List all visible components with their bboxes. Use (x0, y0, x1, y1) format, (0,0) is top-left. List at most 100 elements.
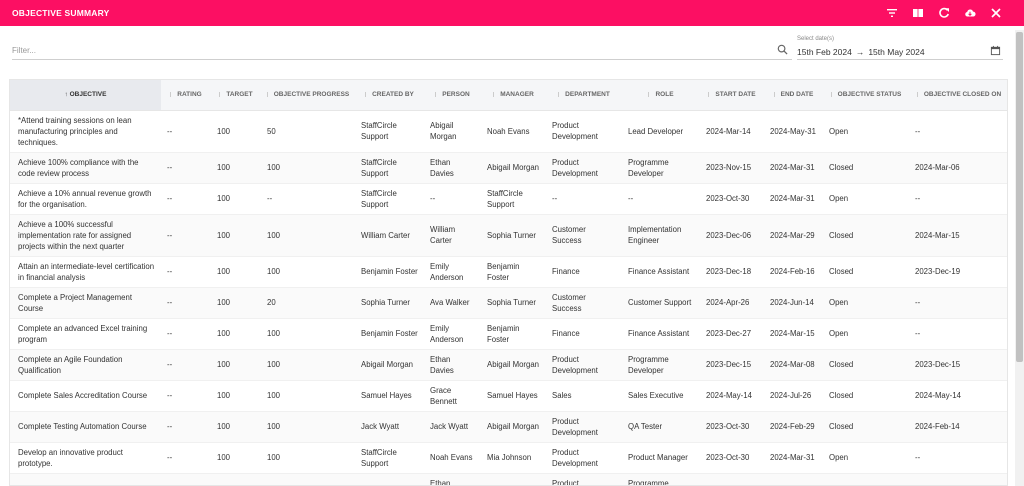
table-cell: 100 (211, 110, 261, 153)
table-row[interactable]: Complete Sales Accreditation Course -- 100… (10, 380, 1007, 412)
table-cell: Lead Developer (622, 110, 700, 153)
table-cell: Open (823, 318, 909, 350)
table-cell: 2024-Mar-14 (700, 110, 764, 153)
filter-icon[interactable] (886, 7, 898, 19)
table-row[interactable]: *Attend training sessions on lean manufa… (10, 110, 1007, 153)
table-cell: 2023-Oct-30 (700, 183, 764, 215)
date-range-label: Select date(s) (797, 36, 835, 42)
table-cell: 2024-Apr-26 (700, 287, 764, 319)
table-cell: Product Development (546, 442, 622, 474)
table-cell: 2023-Nov-15 (700, 152, 764, 184)
table-row[interactable]: Complete a Project Management Course -- 10… (10, 287, 1007, 319)
table-cell: Benjamin Foster (355, 318, 424, 350)
column-header-department[interactable]: DEPARTMENT (546, 80, 622, 111)
table-cell: William Carter (424, 214, 481, 257)
table-cell: Open (823, 473, 909, 485)
table-row[interactable]: Attain an intermediate-level certificati… (10, 256, 1007, 288)
table-cell: 2024-Mar-31 (764, 442, 823, 474)
app-header: OBJECTIVE SUMMARY (0, 0, 1024, 26)
table-cell: 100 (261, 380, 355, 412)
table-cell: -- (161, 318, 211, 350)
table-cell: -- (161, 214, 211, 257)
column-header-objective[interactable]: ↑ OBJECTIVE (10, 80, 161, 111)
table-cell: Benjamin Foster (481, 256, 546, 288)
table-cell: Closed (823, 152, 909, 184)
table-cell: Product Development (546, 411, 622, 443)
column-header-objective-progress[interactable]: OBJECTIVE PROGRESS (261, 80, 355, 111)
table-cell: -- (424, 183, 481, 215)
table-cell: 100 (261, 256, 355, 288)
table-cell: Abigail Morgan (481, 473, 546, 485)
table-cell: 2023-Dec-15 (700, 349, 764, 381)
table-cell: StaffCircle Support (355, 442, 424, 474)
table-cell: Ethan Davies (424, 152, 481, 184)
table-cell: *Attend training sessions on lean manufa… (10, 110, 161, 153)
table-cell: Complete Testing Automation Course (10, 411, 161, 443)
column-header-role[interactable]: ROLE (622, 80, 700, 111)
table-row[interactable]: Achieve 100% compliance with the code re… (10, 152, 1007, 184)
column-header-start-date[interactable]: START DATE (700, 80, 764, 111)
cloud-download-icon[interactable] (964, 7, 976, 19)
table-cell: 2024-Jul-26 (764, 380, 823, 412)
table-cell: 100 (211, 380, 261, 412)
column-header-target[interactable]: TARGET (211, 80, 261, 111)
table-row[interactable]: Develop and deploy a user-friendly--1001… (10, 473, 1007, 485)
vertical-scrollbar[interactable] (1015, 30, 1024, 486)
column-header-end-date[interactable]: END DATE (764, 80, 823, 111)
table-cell: Product Development (546, 349, 622, 381)
table-cell: Closed (823, 349, 909, 381)
table-cell: Programme Developer (622, 152, 700, 184)
calendar-icon[interactable] (990, 45, 1001, 56)
column-header-manager[interactable]: MANAGER (481, 80, 546, 111)
table-cell: 100 (261, 318, 355, 350)
table-row[interactable]: Achieve a 10% annual revenue growth for … (10, 183, 1007, 215)
table-cell: Product Development (546, 473, 622, 485)
table-cell: -- (161, 349, 211, 381)
table-cell: 100 (261, 411, 355, 443)
close-icon[interactable] (990, 7, 1002, 19)
filter-input[interactable] (12, 42, 792, 60)
table-row[interactable]: Complete an advanced Excel training prog… (10, 318, 1007, 350)
column-header-person[interactable]: PERSON (424, 80, 481, 111)
table-cell: 20 (261, 287, 355, 319)
column-header-objective-closed-on[interactable]: OBJECTIVE CLOSED ON (909, 80, 1007, 111)
scrollbar-thumb[interactable] (1016, 32, 1023, 362)
table-cell: Abigail Morgan (424, 110, 481, 153)
date-from: 15th Feb 2024 (797, 46, 852, 57)
table-cell: Samuel Hayes (481, 380, 546, 412)
table-header-row: ↑ OBJECTIVE RATING TARGET OBJECTIVE PROG… (10, 80, 1007, 111)
search-icon[interactable] (777, 44, 788, 55)
table-cell: 100 (261, 442, 355, 474)
table-cell: 100 (211, 152, 261, 184)
header-toolbar (872, 0, 1002, 26)
date-range-field[interactable]: 15th Feb 2024 → 15th May 2024 (797, 44, 1003, 60)
table-row[interactable]: Develop an innovative product prototype.… (10, 442, 1007, 474)
table-cell: Finance Assistant (622, 318, 700, 350)
column-header-created-by[interactable]: CREATED BY (355, 80, 424, 111)
table-cell: 100 (261, 473, 355, 485)
column-header-rating[interactable]: RATING (161, 80, 211, 111)
table-body: *Attend training sessions on lean manufa… (10, 110, 1007, 485)
table-cell: Ethan Davies (424, 349, 481, 381)
table-cell: Finance (546, 318, 622, 350)
table-cell: Jack Wyatt (424, 411, 481, 443)
table-cell: Open (823, 442, 909, 474)
filter-bar: Select date(s) 15th Feb 2024 → 15th May … (0, 30, 1024, 66)
table-cell: Product Development (546, 110, 622, 153)
table-row[interactable]: Complete an Agile Foundation Qualificati… (10, 349, 1007, 381)
table-cell: -- (161, 473, 211, 485)
page-title: OBJECTIVE SUMMARY (12, 8, 110, 18)
table-cell: StaffCircle Support (355, 183, 424, 215)
table-cell: Open (823, 183, 909, 215)
table-cell: Sales (546, 380, 622, 412)
date-arrow: → (855, 46, 865, 57)
column-header-objective-status[interactable]: OBJECTIVE STATUS (823, 80, 909, 111)
table-cell: Implementation Engineer (622, 214, 700, 257)
table-cell: Achieve 100% compliance with the code re… (10, 152, 161, 184)
table-cell: Sophia Turner (481, 287, 546, 319)
table-cell: Achieve a 10% annual revenue growth for … (10, 183, 161, 215)
column-icon[interactable] (912, 7, 924, 19)
table-row[interactable]: Achieve a 100% successful implementation… (10, 214, 1007, 257)
refresh-icon[interactable] (938, 7, 950, 19)
table-row[interactable]: Complete Testing Automation Course -- 100 1… (10, 411, 1007, 443)
